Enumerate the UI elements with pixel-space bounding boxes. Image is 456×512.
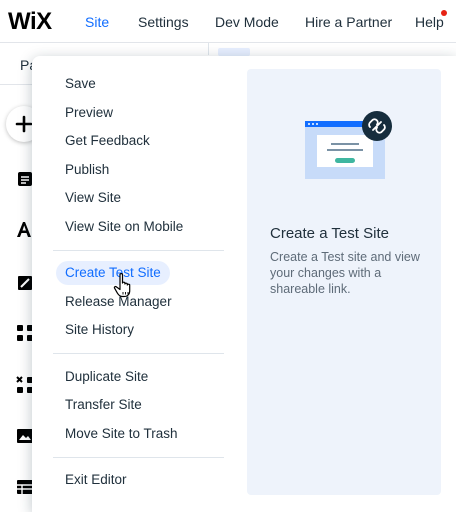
test-site-illustration [305, 111, 392, 179]
menu-item-publish[interactable]: Publish [65, 158, 109, 182]
wix-logo[interactable]: WiX [8, 8, 52, 36]
menu-item-site-history[interactable]: Site History [65, 318, 134, 342]
menu-item-preview[interactable]: Preview [65, 101, 113, 125]
nav-dev-mode[interactable]: Dev Mode [215, 14, 279, 30]
menu-item-get-feedback[interactable]: Get Feedback [65, 129, 150, 153]
subbar-chip [218, 48, 250, 56]
menu-item-move-site-to-trash[interactable]: Move Site to Trash [65, 422, 178, 446]
preview-title: Create a Test Site [270, 225, 389, 242]
menu-divider [53, 353, 224, 354]
help-notification-dot [441, 10, 447, 16]
nav-site[interactable]: Site [85, 14, 109, 30]
subbar-divider [208, 43, 209, 55]
menu-item-save[interactable]: Save [65, 72, 96, 96]
menu-item-view-site-on-mobile[interactable]: View Site on Mobile [65, 215, 183, 239]
nav-settings[interactable]: Settings [138, 14, 189, 30]
plus-icon [15, 115, 33, 133]
menu-item-exit-editor[interactable]: Exit Editor [65, 468, 127, 492]
site-dropdown-menu: Save Preview Get Feedback Publish View S… [32, 56, 456, 512]
menu-item-duplicate-site[interactable]: Duplicate Site [65, 365, 148, 389]
feature-preview-card: Create a Test Site Create a Test site an… [247, 69, 441, 495]
top-bar: WiX Site Settings Dev Mode Hire a Partne… [0, 0, 456, 43]
menu-item-view-site[interactable]: View Site [65, 186, 121, 210]
menu-item-transfer-site[interactable]: Transfer Site [65, 393, 142, 417]
nav-hire-a-partner[interactable]: Hire a Partner [305, 14, 392, 30]
nav-help[interactable]: Help [415, 14, 444, 30]
preview-description: Create a Test site and view your changes… [270, 250, 420, 296]
hand-cursor-icon [113, 273, 131, 298]
menu-divider [53, 457, 224, 458]
menu-divider [53, 250, 224, 251]
